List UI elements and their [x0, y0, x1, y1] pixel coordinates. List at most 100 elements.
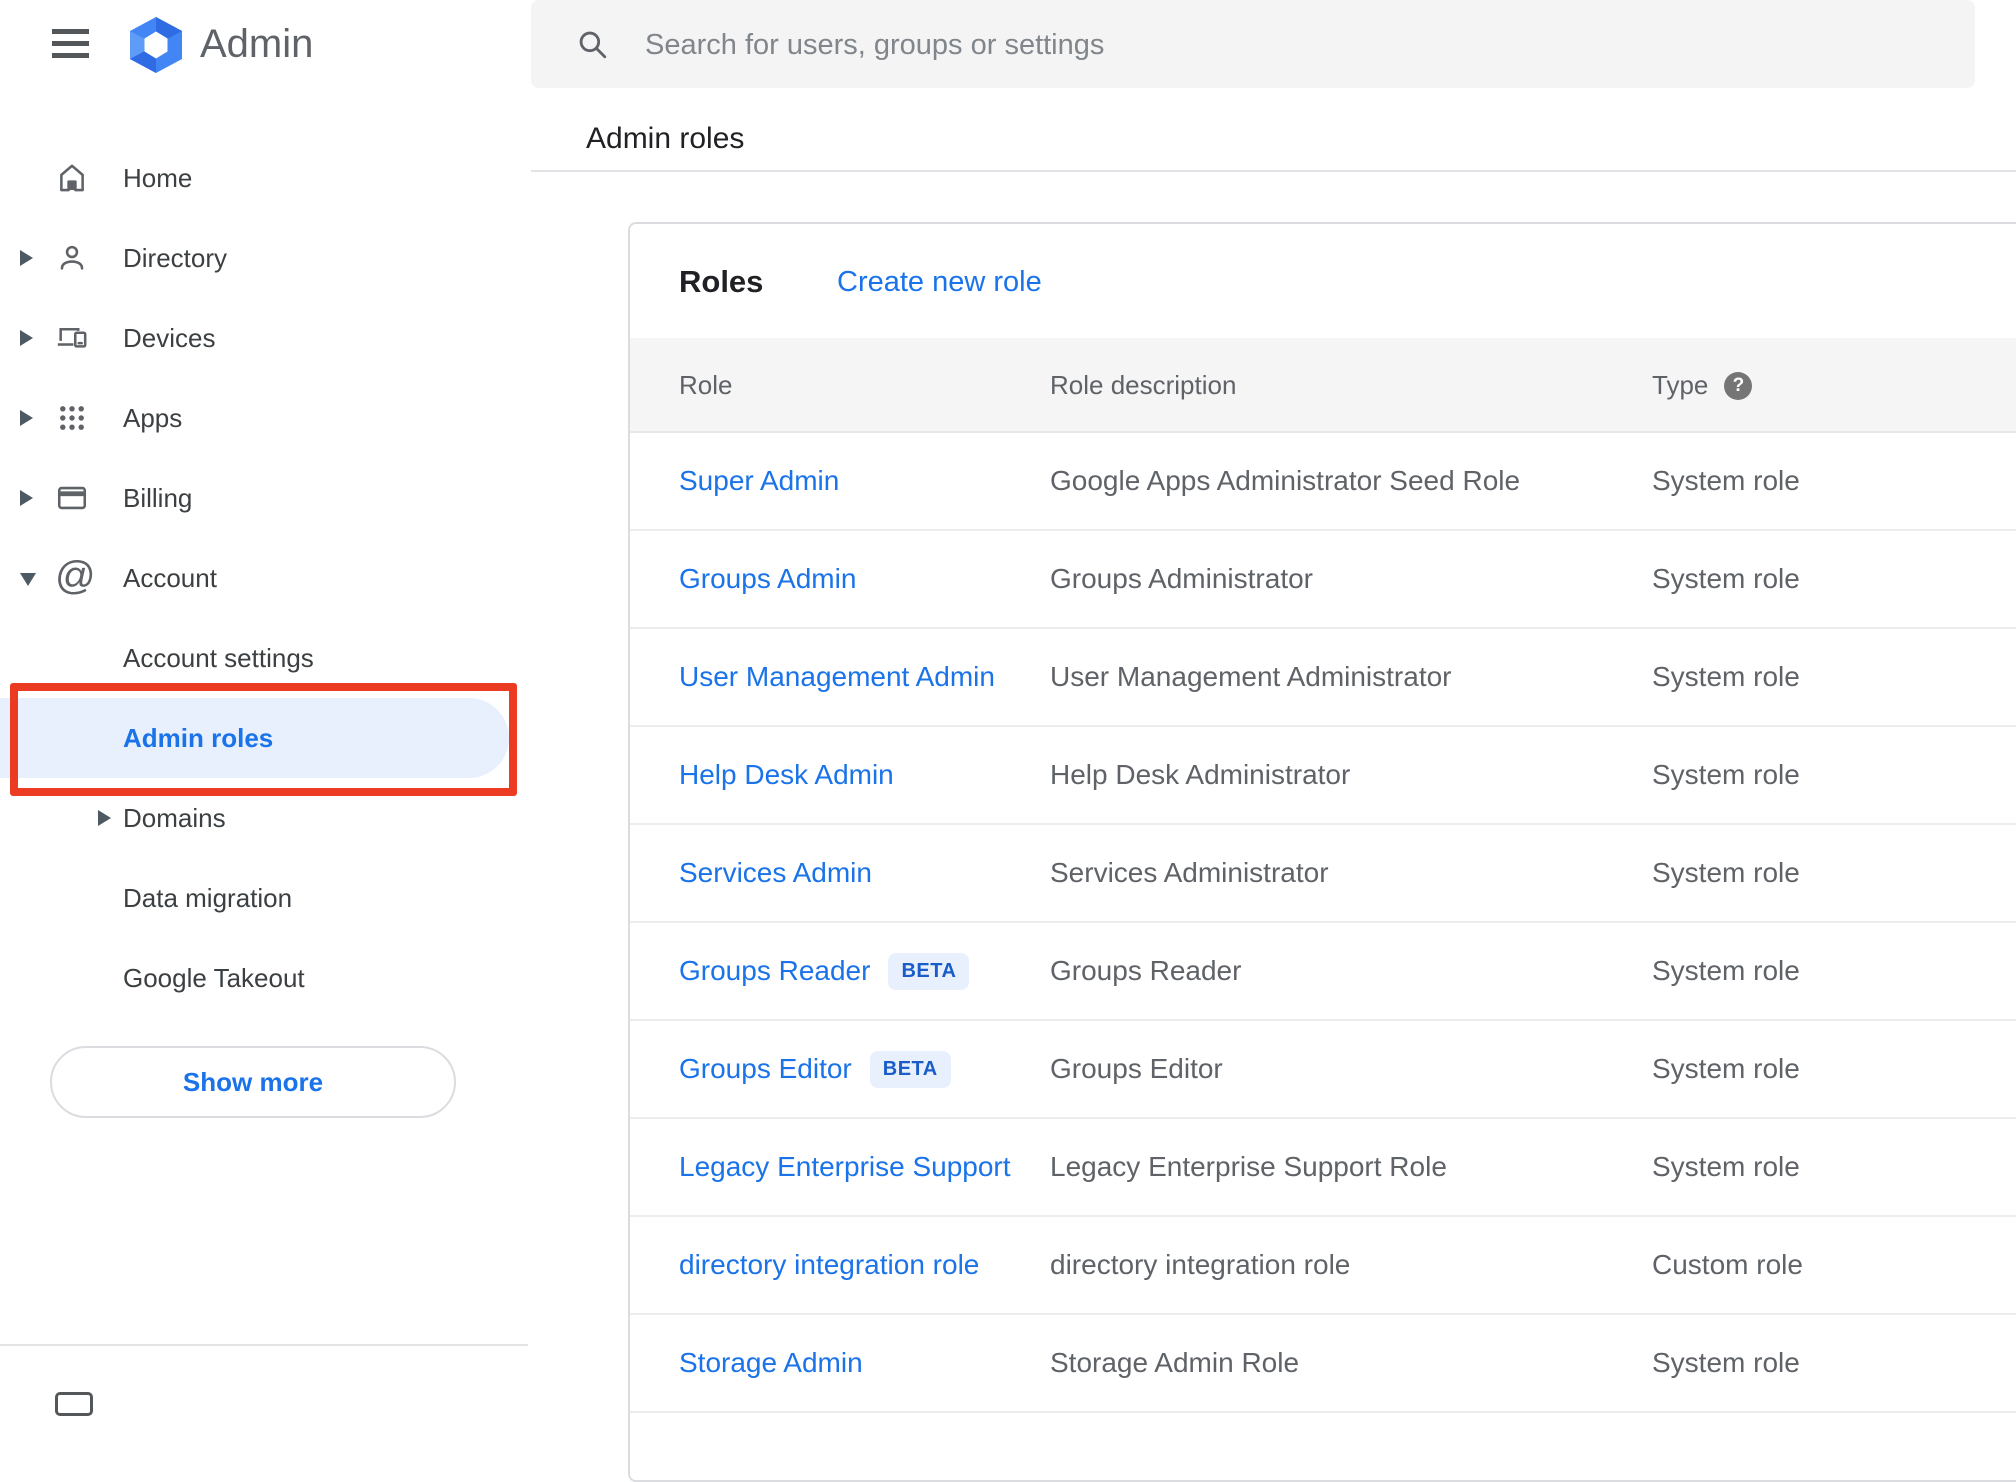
- role-type: System role: [1652, 857, 1800, 888]
- directory-icon: [55, 241, 89, 275]
- role-link[interactable]: Storage Admin: [679, 1347, 863, 1379]
- table-row: Storage Admin Storage Admin Role System …: [630, 1315, 2016, 1413]
- beta-badge: BETA: [869, 1050, 951, 1088]
- table-row: Super Admin Google Apps Administrator Se…: [630, 433, 2016, 531]
- menu-bar: [52, 29, 89, 34]
- table-row: User Management Admin User Management Ad…: [630, 629, 2016, 727]
- column-header-type: Type ?: [1652, 338, 1753, 433]
- beta-badge: BETA: [888, 952, 970, 990]
- search-input[interactable]: [643, 0, 1927, 90]
- sidebar-item-label: Devices: [123, 323, 216, 353]
- sidebar-item-devices[interactable]: Devices: [0, 298, 531, 378]
- role-type: Custom role: [1652, 1249, 1803, 1280]
- sidebar-item-billing[interactable]: Billing: [0, 458, 531, 538]
- sidebar-item-label: Admin roles: [123, 723, 274, 753]
- table-row: directory integration role directory int…: [630, 1217, 2016, 1315]
- home-icon: [55, 161, 89, 195]
- sidebar-item-label: Account: [123, 563, 217, 593]
- role-description: Legacy Enterprise Support Role: [1050, 1151, 1447, 1182]
- type-help-icon[interactable]: ?: [1724, 371, 1753, 400]
- sidebar-item-google-takeout[interactable]: Google Takeout: [0, 938, 531, 1018]
- card-title: Roles: [679, 264, 764, 299]
- expand-arrow-icon[interactable]: [20, 490, 33, 506]
- search-bar: [531, 0, 1975, 90]
- table-row: Groups Reader BETA Groups Reader System …: [630, 923, 2016, 1021]
- role-description: Google Apps Administrator Seed Role: [1050, 465, 1521, 496]
- role-description: Groups Administrator: [1050, 563, 1313, 594]
- role-link[interactable]: Legacy Enterprise Support: [679, 1151, 1011, 1183]
- role-type: System role: [1652, 465, 1800, 496]
- table-row: Help Desk Admin Help Desk Administrator …: [630, 727, 2016, 825]
- devices-icon: [55, 321, 89, 355]
- sidebar-nav: Home Directory Devices Apps Billing @ Ac…: [0, 138, 531, 1018]
- app-title: Admin: [200, 22, 314, 66]
- role-type: System role: [1652, 661, 1800, 692]
- sidebar-item-data-migration[interactable]: Data migration: [0, 858, 531, 938]
- sidebar-item-account[interactable]: @ Account: [0, 538, 531, 618]
- role-link[interactable]: User Management Admin: [679, 661, 995, 693]
- expand-arrow-icon[interactable]: [20, 330, 33, 346]
- sidebar-item-apps[interactable]: Apps: [0, 378, 531, 458]
- collapse-arrow-icon[interactable]: [20, 573, 36, 586]
- sidebar-item-label: Google Takeout: [123, 963, 305, 993]
- expand-arrow-icon[interactable]: [20, 250, 33, 266]
- sidebar-item-label: Domains: [123, 803, 226, 833]
- search-icon: [575, 27, 609, 61]
- role-description: Groups Reader: [1050, 955, 1242, 986]
- sidebar-item-home[interactable]: Home: [0, 138, 531, 218]
- sidebar-item-directory[interactable]: Directory: [0, 218, 531, 298]
- role-description: Groups Editor: [1050, 1053, 1223, 1084]
- menu-bar: [52, 53, 89, 58]
- role-type: System role: [1652, 759, 1800, 790]
- expand-arrow-icon[interactable]: [20, 410, 33, 426]
- role-type: System role: [1652, 1151, 1800, 1182]
- role-link[interactable]: Groups Admin: [679, 563, 856, 595]
- sidebar-item-label: Home: [123, 163, 193, 193]
- role-link[interactable]: Groups Editor: [679, 1053, 852, 1085]
- sidebar-item-label: Account settings: [123, 643, 314, 673]
- sidebar-item-label: Data migration: [123, 883, 293, 913]
- table-row: Legacy Enterprise Support Legacy Enterpr…: [630, 1119, 2016, 1217]
- sidebar-item-label: Apps: [123, 403, 183, 433]
- role-link[interactable]: Help Desk Admin: [679, 759, 894, 791]
- role-link[interactable]: directory integration role: [679, 1249, 979, 1281]
- role-type: System role: [1652, 955, 1800, 986]
- menu-button[interactable]: [52, 29, 89, 58]
- table-row: Groups Editor BETA Groups Editor System …: [630, 1021, 2016, 1119]
- sidebar-item-admin-roles[interactable]: Admin roles: [0, 683, 531, 796]
- role-type: System role: [1652, 563, 1800, 594]
- role-description: Help Desk Administrator: [1050, 759, 1351, 790]
- admin-logo-icon: [130, 17, 182, 78]
- column-header-role: Role: [679, 370, 733, 400]
- sidebar-item-label: Directory: [123, 243, 228, 273]
- role-link[interactable]: Services Admin: [679, 857, 872, 889]
- sidebar-item-label: Billing: [123, 483, 193, 513]
- create-new-role-link[interactable]: Create new role: [837, 259, 1042, 305]
- account-icon: @: [55, 554, 96, 598]
- page-title: Admin roles: [586, 122, 745, 155]
- role-description: Services Administrator: [1050, 857, 1329, 888]
- apps-icon: [55, 401, 89, 435]
- roles-card: Roles Create new role Role Role descript…: [628, 222, 2016, 1482]
- table-header-row: Role Role description Type ?: [630, 338, 2016, 433]
- role-type: System role: [1652, 1053, 1800, 1084]
- table-row: Groups Admin Groups Administrator System…: [630, 531, 2016, 629]
- table-row: Services Admin Services Administrator Sy…: [630, 825, 2016, 923]
- billing-icon: [55, 481, 89, 515]
- column-header-role-description: Role description: [1050, 370, 1237, 400]
- divider: [531, 170, 2016, 172]
- show-more-button[interactable]: Show more: [50, 1046, 456, 1118]
- expand-arrow-icon[interactable]: [98, 810, 111, 826]
- menu-bar: [52, 41, 89, 46]
- role-description: Storage Admin Role: [1050, 1347, 1300, 1378]
- role-link[interactable]: Super Admin: [679, 465, 839, 497]
- role-link[interactable]: Groups Reader: [679, 955, 870, 987]
- sidebar-item-domains[interactable]: Domains: [0, 778, 531, 858]
- sidebar-bottom-divider: [0, 1344, 528, 1346]
- role-type: System role: [1652, 1347, 1800, 1378]
- roles-table-body: Super Admin Google Apps Administrator Se…: [630, 433, 2016, 1413]
- sidebar-item-account-settings[interactable]: Account settings: [0, 618, 531, 698]
- google-admin-console: { "colors": { "accent": "#1a73e8", "anno…: [0, 0, 2016, 1482]
- role-description: User Management Administrator: [1050, 661, 1452, 692]
- role-description: directory integration role: [1050, 1249, 1351, 1280]
